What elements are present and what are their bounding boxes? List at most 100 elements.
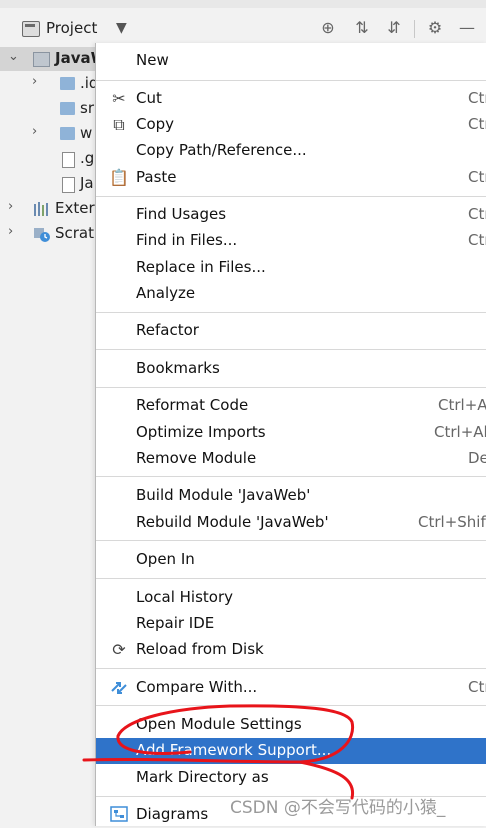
menu-separator <box>96 80 486 81</box>
menu-item-label: Repair IDE <box>136 614 215 632</box>
folder-icon <box>60 102 75 115</box>
menu-item-shortcut: Ctr <box>468 168 486 186</box>
diagram-icon <box>109 806 129 824</box>
tree-item-label: sr <box>80 99 94 117</box>
menu-item-new[interactable]: New <box>96 48 486 74</box>
menu-item-optimize-imports[interactable]: Optimize Imports Ctrl+Al <box>96 420 486 446</box>
copy-icon: ⧉ <box>113 115 125 134</box>
menu-item-label: Copy Path/Reference... <box>136 141 307 159</box>
menu-item-cut[interactable]: ✂ Cut Ctr <box>96 86 486 112</box>
menu-item-find-in-files[interactable]: Find in Files... Ctr <box>96 228 486 254</box>
menu-item-local-history[interactable]: Local History <box>96 585 486 611</box>
menu-item-label: Analyze <box>136 284 196 302</box>
scissors-icon: ✂ <box>112 89 126 108</box>
menu-item-add-framework-support[interactable]: Add Framework Support... <box>96 738 486 764</box>
project-toolbar: Project ▼ ⊕ ⇅ ⇵ ⚙ — <box>0 8 486 44</box>
menu-item-label: Find in Files... <box>136 231 238 249</box>
menu-separator <box>96 387 486 388</box>
menu-item-shortcut: De <box>468 449 486 467</box>
menu-item-find-usages[interactable]: Find Usages Ctr <box>96 202 486 228</box>
iml-file-icon <box>62 177 75 193</box>
menu-item-shortcut: Ctr <box>468 678 486 696</box>
menu-separator <box>96 578 486 579</box>
expand-all-icon[interactable]: ⇅ <box>352 18 372 38</box>
menu-item-label: New <box>136 51 169 69</box>
project-view-label[interactable]: Project <box>46 19 97 37</box>
menu-item-reformat-code[interactable]: Reformat Code Ctrl+A <box>96 393 486 419</box>
tree-item-module[interactable]: ⌄ JavaW <box>0 47 107 71</box>
chevron-right-icon[interactable]: › <box>8 199 13 214</box>
menu-separator <box>96 476 486 477</box>
tree-item-label: Exter <box>55 199 95 217</box>
menu-item-shortcut: Ctr <box>468 115 486 133</box>
chevron-right-icon[interactable]: › <box>32 74 37 89</box>
menu-item-shortcut: Ctr <box>468 231 486 249</box>
menu-item-remove-module[interactable]: Remove Module De <box>96 446 486 472</box>
menu-separator <box>96 349 486 350</box>
tree-item-external-libraries[interactable]: › Exter <box>0 197 100 221</box>
menu-item-compare-with[interactable]: Compare With... Ctr <box>96 675 486 701</box>
menu-item-label: Compare With... <box>136 678 258 696</box>
watermark-text: CSDN @不会写代码的小猿_ <box>230 798 446 818</box>
project-view-icon <box>22 21 40 37</box>
chevron-down-icon[interactable]: ▼ <box>116 20 127 36</box>
menu-item-copy-path[interactable]: Copy Path/Reference... <box>96 138 486 164</box>
collapse-all-icon[interactable]: ⇵ <box>384 18 404 38</box>
tree-item-scratches[interactable]: › Scrat <box>0 222 100 246</box>
menu-item-label: Rebuild Module 'JavaWeb' <box>136 513 329 531</box>
menu-item-label: Paste <box>136 168 177 186</box>
chevron-right-icon[interactable]: › <box>32 124 37 139</box>
menu-item-repair-ide[interactable]: Repair IDE <box>96 611 486 637</box>
context-menu: New ✂ Cut Ctr ⧉ Copy Ctr Copy Path/Refer… <box>95 43 486 826</box>
menu-item-analyze[interactable]: Analyze <box>96 281 486 307</box>
tree-item-label: Scrat <box>55 224 95 242</box>
menu-item-bookmarks[interactable]: Bookmarks <box>96 356 486 382</box>
minimize-icon[interactable]: — <box>457 18 477 38</box>
tree-item-web[interactable]: › w <box>0 122 100 146</box>
menu-separator <box>96 196 486 197</box>
menu-separator <box>96 540 486 541</box>
reload-icon: ⟳ <box>112 640 126 659</box>
menu-item-label: Add Framework Support... <box>136 741 332 759</box>
toolbar-divider <box>414 20 415 38</box>
menu-item-paste[interactable]: 📋 Paste Ctr <box>96 165 486 191</box>
clipboard-icon: 📋 <box>109 168 129 187</box>
menu-item-refactor[interactable]: Refactor <box>96 318 486 344</box>
menu-item-label: Open In <box>136 550 195 568</box>
menu-item-shortcut: Ctrl+Shift <box>418 513 486 531</box>
tree-item-src[interactable]: sr <box>0 97 100 121</box>
tree-item-label: w <box>80 124 93 142</box>
menu-item-label: Open Module Settings <box>136 715 302 733</box>
module-folder-icon <box>33 52 50 67</box>
tree-item-gitignore[interactable]: .g <box>0 147 100 171</box>
menu-item-build-module[interactable]: Build Module 'JavaWeb' <box>96 483 486 509</box>
gear-icon[interactable]: ⚙ <box>425 18 445 38</box>
menu-item-open-module-settings[interactable]: Open Module Settings <box>96 712 486 738</box>
menu-item-label: Mark Directory as <box>136 768 269 786</box>
folder-icon <box>60 77 75 90</box>
menu-item-mark-directory-as[interactable]: Mark Directory as <box>96 765 486 791</box>
tree-item-idea[interactable]: › .id <box>0 72 100 96</box>
menu-item-label: Reload from Disk <box>136 640 264 658</box>
menu-item-label: Diagrams <box>136 805 209 823</box>
tree-item-iml[interactable]: Ja <box>0 172 100 196</box>
menu-item-label: Reformat Code <box>136 396 249 414</box>
window-top-strip <box>0 0 486 8</box>
menu-item-label: Build Module 'JavaWeb' <box>136 486 311 504</box>
menu-item-label: Find Usages <box>136 205 227 223</box>
chevron-down-icon[interactable]: ⌄ <box>8 49 19 64</box>
project-tree: ⌄ JavaW › .id sr › w .g Ja › Exter › Scr… <box>0 44 107 826</box>
menu-item-copy[interactable]: ⧉ Copy Ctr <box>96 112 486 138</box>
tree-item-label: .g <box>80 149 95 167</box>
chevron-right-icon[interactable]: › <box>8 224 13 239</box>
menu-item-rebuild-module[interactable]: Rebuild Module 'JavaWeb' Ctrl+Shift <box>96 510 486 536</box>
menu-item-label: Copy <box>136 115 175 133</box>
menu-separator <box>96 705 486 706</box>
crosshair-icon[interactable]: ⊕ <box>318 18 338 38</box>
menu-item-replace-in-files[interactable]: Replace in Files... <box>96 255 486 281</box>
scratches-icon <box>33 227 50 242</box>
menu-item-shortcut: Ctr <box>468 205 486 223</box>
menu-separator <box>96 312 486 313</box>
menu-item-reload-from-disk[interactable]: ⟳ Reload from Disk <box>96 637 486 663</box>
menu-item-open-in[interactable]: Open In <box>96 547 486 573</box>
